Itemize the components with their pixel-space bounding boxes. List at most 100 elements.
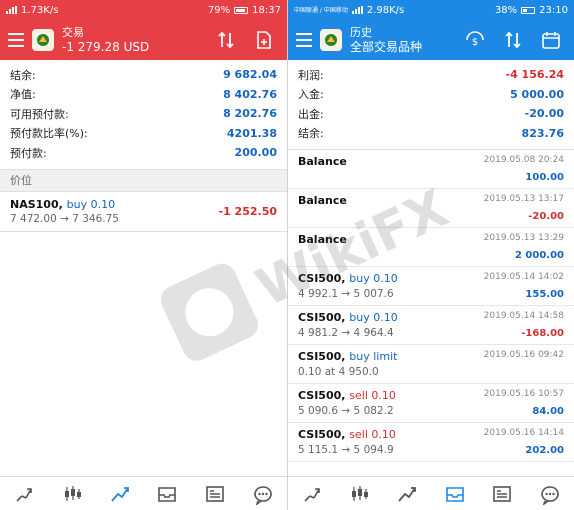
page-title: 交易: [62, 25, 84, 39]
order-type: buy limit: [349, 350, 398, 363]
nav-quotes-button[interactable]: [297, 479, 327, 509]
calendar-icon: [542, 32, 560, 49]
battery-percent: 79%: [207, 4, 231, 16]
symbol-name: NAS100,: [10, 197, 63, 211]
history-time: 2019.05.13 13:29: [483, 233, 564, 243]
app-bar: 历史 全部交易品种 $: [288, 20, 574, 60]
summary-label: 结余:: [298, 127, 324, 141]
battery-percent: 38%: [494, 4, 518, 16]
new-order-button[interactable]: [249, 25, 279, 55]
summary-value: 9 682.04: [223, 68, 277, 82]
trade-icon: [398, 486, 417, 502]
symbol-filter-button[interactable]: $: [460, 25, 490, 55]
history-time: 2019.05.16 14:14: [483, 428, 564, 438]
summary-row: 结余: 9 682.04: [0, 65, 287, 85]
summary-value: 4201.38: [226, 126, 277, 140]
history-amount: 202.00: [525, 445, 564, 456]
clock: 23:10: [539, 4, 568, 16]
app-logo-icon: [320, 29, 342, 51]
menu-icon[interactable]: [296, 33, 312, 47]
carrier-label: 中国联通 / 中国移动: [294, 6, 348, 14]
nav-chart-button[interactable]: [344, 479, 374, 509]
history-info: Balance: [298, 155, 347, 183]
summary-value: -4 156.24: [505, 68, 565, 82]
app-logo-icon: [32, 29, 54, 51]
nav-news-button[interactable]: [200, 479, 230, 509]
summary-value: 8 402.76: [223, 87, 277, 101]
currency-filter-icon: $: [466, 31, 484, 48]
menu-icon[interactable]: [8, 33, 24, 47]
nav-trade-button[interactable]: [392, 479, 422, 509]
history-meta: 2019.05.13 13:29 2 000.00: [484, 233, 564, 261]
summary-label: 出金:: [298, 107, 324, 121]
calendar-button[interactable]: [536, 25, 566, 55]
profit-amount: -1 252.50: [218, 204, 278, 218]
history-time: 2019.05.13 13:17: [483, 194, 564, 204]
battery-icon: [234, 6, 249, 14]
chart-icon: [64, 485, 81, 501]
nav-chat-button[interactable]: [248, 479, 278, 509]
symbol-name: Balance: [298, 194, 347, 207]
summary-row: 利润: -4 156.24: [288, 65, 574, 85]
history-row[interactable]: Balance 2019.05.08 20:24 100.00: [288, 150, 574, 189]
nav-trade-button[interactable]: [105, 479, 135, 509]
chat-icon: [541, 485, 559, 505]
history-time: 2019.05.14 14:58: [483, 311, 564, 321]
order-type: buy 0.10: [349, 311, 398, 324]
position-profit: -1 252.50: [219, 205, 278, 218]
history-meta: 2019.05.14 14:58 -168.00: [484, 311, 564, 339]
nav-news-button[interactable]: [487, 479, 517, 509]
status-bar: 中国联通 / 中国移动 2.98K/s 38% 23:10: [288, 0, 574, 20]
history-meta: 2019.05.16 09:42: [484, 350, 564, 378]
history-row[interactable]: CSI500, buy 0.10 4 992.1 → 5 007.6 2019.05…: [288, 267, 574, 306]
position-row[interactable]: NAS100, buy 0.10 7 472.00 → 7 346.75 -1 25…: [0, 192, 287, 232]
history-row[interactable]: CSI500, buy limit 0.10 at 4 950.0 2019.05.…: [288, 345, 574, 384]
bottom-nav: [0, 476, 287, 510]
summary-row: 预付款: 200.00: [0, 143, 287, 163]
positions-header: 价位: [0, 169, 287, 192]
history-row[interactable]: Balance 2019.05.13 13:17 -20.00: [288, 189, 574, 228]
history-time: 2019.05.14 14:02: [483, 272, 564, 282]
quotes-icon: [304, 487, 320, 502]
page-title: 历史: [350, 25, 372, 39]
history-row[interactable]: Balance 2019.05.13 13:29 2 000.00: [288, 228, 574, 267]
history-row[interactable]: CSI500, sell 0.10 5 090.6 → 5 082.2 2019.0…: [288, 384, 574, 423]
new-document-icon: [257, 31, 271, 49]
symbol-filter[interactable]: 全部交易品种: [350, 40, 452, 55]
history-summary: 利润: -4 156.24 入金: 5 000.00 出金: -20.00 结余: 823.7…: [288, 60, 574, 150]
sort-button[interactable]: [498, 25, 528, 55]
price-detail: 5 090.6 → 5 082.2: [298, 405, 394, 417]
nav-history-button[interactable]: [440, 479, 470, 509]
history-meta: 2019.05.16 14:14 202.00: [484, 428, 564, 456]
history-info: CSI500, buy limit 0.10 at 4 950.0: [298, 350, 397, 378]
nav-chart-button[interactable]: [57, 479, 87, 509]
network-speed: 2.98K/s: [366, 4, 405, 16]
summary-label: 利润:: [298, 68, 324, 82]
history-meta: 2019.05.14 14:02 155.00: [484, 272, 564, 300]
nav-history-button[interactable]: [152, 479, 182, 509]
history-symbol: Balance: [298, 155, 347, 168]
history-time: 2019.05.16 09:42: [483, 350, 564, 360]
svg-text:$: $: [472, 37, 478, 48]
order-type: buy 0.10: [66, 197, 116, 211]
history-symbol: Balance: [298, 194, 347, 207]
sort-button[interactable]: [211, 25, 241, 55]
summary-value: 823.76: [521, 126, 564, 140]
price-detail: 7 472.00 → 7 346.75: [10, 212, 119, 225]
price-detail: 4 992.1 → 5 007.6: [298, 288, 394, 300]
symbol-name: Balance: [298, 233, 347, 246]
history-row[interactable]: CSI500, buy 0.10 4 981.2 → 4 964.4 2019.05…: [288, 306, 574, 345]
history-amount: 100.00: [525, 172, 564, 183]
nav-chat-button[interactable]: [535, 479, 565, 509]
history-info: Balance: [298, 194, 347, 222]
trade-icon: [110, 486, 129, 502]
summary-row: 可用预付款: 8 202.76: [0, 104, 287, 124]
nav-quotes-button[interactable]: [9, 479, 39, 509]
history-row[interactable]: CSI500, sell 0.10 5 115.1 → 5 094.9 2019.0…: [288, 423, 574, 462]
history-info: Balance: [298, 233, 347, 261]
summary-value: -20.00: [524, 107, 564, 121]
sort-icon: [218, 31, 234, 49]
signal-icon: [351, 6, 363, 14]
history-info: CSI500, sell 0.10 5 090.6 → 5 082.2: [298, 389, 396, 417]
history-symbol: CSI500, buy 0.10: [298, 311, 398, 324]
